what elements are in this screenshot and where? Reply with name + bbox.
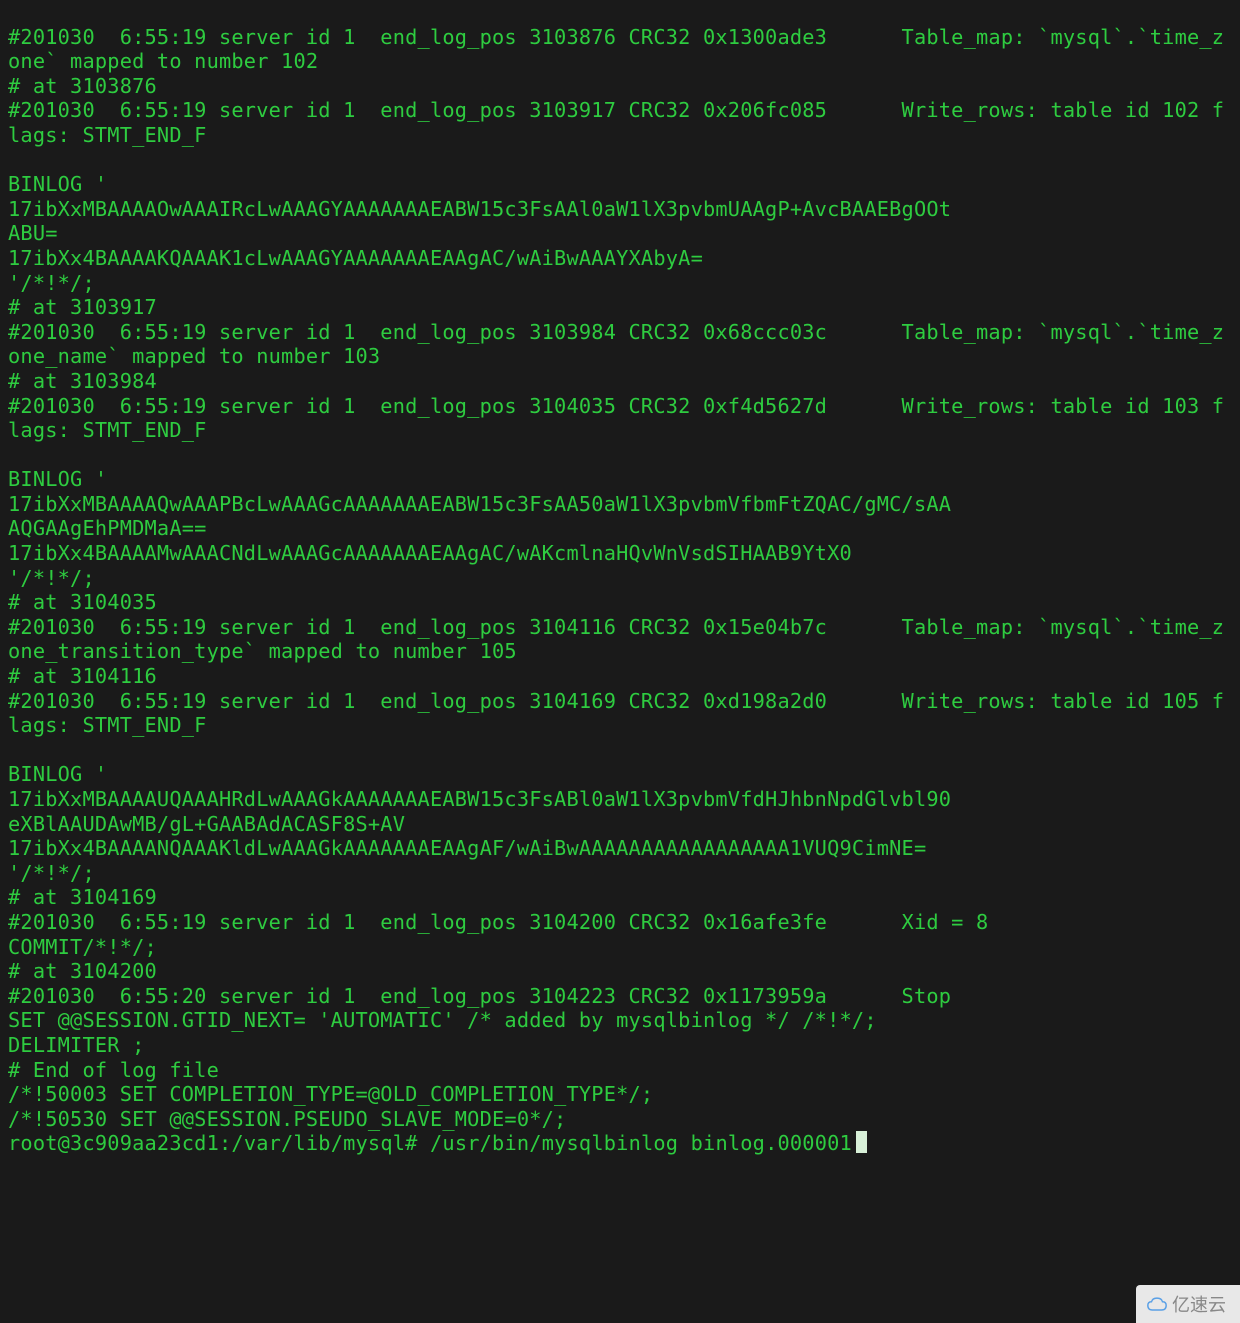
log-line: # at 3103984 [8, 369, 157, 393]
log-line: #201030 6:55:19 server id 1 end_log_pos … [8, 394, 1224, 443]
log-line: #201030 6:55:19 server id 1 end_log_pos … [8, 910, 988, 934]
log-line: 17ibXxMBAAAAQwAAAPBcLwAAAGcAAAAAAAEABW15… [8, 492, 951, 516]
cloud-icon [1146, 1297, 1166, 1311]
log-line: #201030 6:55:19 server id 1 end_log_pos … [8, 689, 1224, 738]
log-line: #201030 6:55:19 server id 1 end_log_pos … [8, 25, 1224, 74]
log-line: #201030 6:55:19 server id 1 end_log_pos … [8, 98, 1224, 147]
log-line: # at 3103876 [8, 74, 157, 98]
prompt-command: /usr/bin/mysqlbinlog binlog.000001 [430, 1131, 852, 1155]
cursor-icon [856, 1131, 867, 1153]
log-line: 17ibXx4BAAAAKQAAAK1cLwAAAGYAAAAAAAEAAgAC… [8, 246, 703, 270]
log-line: # at 3104169 [8, 885, 157, 909]
log-line: COMMIT/*!*/; [8, 935, 157, 959]
log-line: '/*!*/; [8, 861, 95, 885]
prompt-cwd: /var/lib/mysql [231, 1131, 405, 1155]
log-line: ABU= [8, 221, 58, 245]
shell-prompt[interactable]: root@3c909aa23cd1:/var/lib/mysql# /usr/b… [8, 1131, 867, 1155]
log-line: /*!50003 SET COMPLETION_TYPE=@OLD_COMPLE… [8, 1082, 653, 1106]
log-line: eXBlAAUDAwMB/gL+GAABAdACASF8S+AV [8, 812, 405, 836]
log-line: 17ibXx4BAAAANQAAAKldLwAAAGkAAAAAAAEAAgAF… [8, 836, 926, 860]
log-line: 17ibXxMBAAAAOwAAAIRcLwAAAGYAAAAAAAEABW15… [8, 197, 951, 221]
prompt-user-host: root@3c909aa23cd1 [8, 1131, 219, 1155]
log-line: #201030 6:55:19 server id 1 end_log_pos … [8, 615, 1224, 664]
log-line: '/*!*/; [8, 271, 95, 295]
log-line: /*!50530 SET @@SESSION.PSEUDO_SLAVE_MODE… [8, 1107, 566, 1131]
log-line: #201030 6:55:19 server id 1 end_log_pos … [8, 320, 1224, 369]
log-line: BINLOG ' [8, 172, 107, 196]
log-line: # at 3104116 [8, 664, 157, 688]
terminal-output[interactable]: #201030 6:55:19 server id 1 end_log_pos … [0, 0, 1240, 1164]
log-line: # at 3103917 [8, 295, 157, 319]
log-line: 17ibXxMBAAAAUQAAAHRdLwAAAGkAAAAAAAEABW15… [8, 787, 951, 811]
log-line: # at 3104035 [8, 590, 157, 614]
log-line: DELIMITER ; [8, 1033, 145, 1057]
log-line: 17ibXx4BAAAAMwAAACNdLwAAAGcAAAAAAAEAAgAC… [8, 541, 852, 565]
watermark-label: 亿速云 [1172, 1291, 1226, 1317]
prompt-symbol: # [405, 1131, 417, 1155]
watermark-badge: 亿速云 [1136, 1285, 1240, 1323]
log-line: AQGAAgEhPMDMaA== [8, 516, 207, 540]
log-line: #201030 6:55:20 server id 1 end_log_pos … [8, 984, 951, 1008]
log-line: # End of log file [8, 1058, 219, 1082]
log-line: # at 3104200 [8, 959, 157, 983]
log-line: BINLOG ' [8, 762, 107, 786]
log-line: '/*!*/; [8, 566, 95, 590]
log-line: SET @@SESSION.GTID_NEXT= 'AUTOMATIC' /* … [8, 1008, 877, 1032]
log-line: BINLOG ' [8, 467, 107, 491]
